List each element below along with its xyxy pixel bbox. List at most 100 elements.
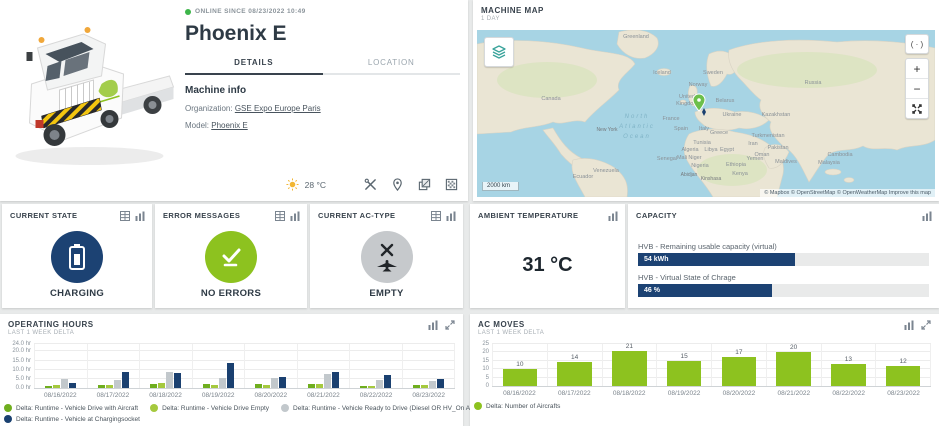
organization-link[interactable]: GSE Expo Europe Paris <box>235 104 321 113</box>
map-title: MACHINE MAP <box>481 6 931 15</box>
bar-chart-view-icon[interactable] <box>904 320 914 330</box>
weather-temperature: 28 °C <box>305 180 326 190</box>
chart-column <box>297 344 350 388</box>
bar <box>368 386 375 388</box>
bar-value-label: 20 <box>790 344 797 351</box>
page-title: Phoenix E <box>185 22 460 46</box>
sun-icon <box>286 178 299 191</box>
table-view-icon[interactable] <box>120 211 130 221</box>
tab-location[interactable]: LOCATION <box>323 58 461 75</box>
map-place-label: Belarus <box>716 98 735 104</box>
expand-icon[interactable] <box>921 320 931 330</box>
location-pin-icon[interactable] <box>391 178 404 191</box>
map-canvas[interactable]: GreenlandIcelandSwedenNorwayRussiaCanada… <box>477 30 935 197</box>
map-locate-button[interactable]: ( · ) <box>905 34 929 54</box>
bar <box>174 373 181 388</box>
y-axis-tick: 10 <box>482 366 489 372</box>
map-style-icon[interactable] <box>445 178 458 191</box>
organization-label: Organization: <box>185 104 233 113</box>
legend-item: Delta: Number of Aircrafts <box>474 402 560 410</box>
error-messages-card: ERROR MESSAGES NO ERRORS <box>155 204 307 308</box>
map-fullscreen-button[interactable] <box>906 99 928 118</box>
map-place-label: Italy <box>699 126 709 132</box>
battery-icon <box>65 243 89 271</box>
map-zoom-out-button[interactable]: − <box>906 79 928 99</box>
machine-map-panel: MACHINE MAP 1 DAY <box>473 0 939 201</box>
map-attribution[interactable]: © Mapbox © OpenStreetMap © OpenWeatherMa… <box>760 189 935 197</box>
map-place-label: Atlantic <box>618 124 655 130</box>
bar <box>324 374 331 388</box>
bar-value-label: 13 <box>845 356 852 363</box>
capacity-bar-value: 54 kWh <box>638 256 669 263</box>
bar <box>211 385 218 388</box>
map-place-label: Tunisia <box>693 140 711 146</box>
x-axis-label: 08/21/2022 <box>297 392 350 399</box>
chart-column <box>139 344 192 388</box>
map-place-label: Greenland <box>623 34 649 40</box>
legend-item: Delta: Runtime - Vehicle at Chargingsock… <box>4 415 140 423</box>
model-link[interactable]: Phoenix E <box>211 121 247 130</box>
operating-hours-chart: 0.0 hr5.0 hr10.0 hr15.0 hr20.0 hr24.0 hr… <box>4 344 455 423</box>
bar <box>166 372 173 389</box>
bar <box>53 385 60 388</box>
bar-value-label: 15 <box>681 353 688 360</box>
map-place-label: Kenya <box>732 171 749 177</box>
error-messages-value: NO ERRORS <box>201 288 261 299</box>
map-layers-button[interactable] <box>484 37 514 67</box>
map-place-label: Egypt <box>720 147 735 153</box>
bar <box>413 385 420 388</box>
bar <box>308 384 315 388</box>
map-place-label: Ethiopia <box>726 162 747 168</box>
chart-column: 12 <box>875 344 931 386</box>
legend-label: Delta: Runtime - Vehicle Drive with Airc… <box>16 405 138 412</box>
layers-icon[interactable] <box>418 178 431 191</box>
bar <box>279 377 286 388</box>
y-axis-tick: 15 <box>482 358 489 364</box>
y-axis-tick: 0 <box>486 383 489 389</box>
operating-hours-card: OPERATING HOURS LAST 1 WEEK DELTA 0.0 hr… <box>0 314 463 426</box>
bar-value-label: 14 <box>571 354 578 361</box>
chart-column <box>192 344 245 388</box>
bar-chart-view-icon[interactable] <box>135 211 145 221</box>
map-place-label: Iran <box>748 141 757 147</box>
model-label: Model: <box>185 121 209 130</box>
bar-value-label: 21 <box>626 343 633 350</box>
bar <box>263 385 270 388</box>
ac-moves-card: AC MOVES LAST 1 WEEK DELTA 0510152025101… <box>470 314 939 426</box>
ac-moves-title: AC MOVES <box>478 320 544 329</box>
capacity-bar-track: 46 % <box>638 284 929 297</box>
map-zoom-in-button[interactable]: + <box>906 59 928 79</box>
bar-value-label: 10 <box>516 361 523 368</box>
legend-item: Delta: Runtime - Vehicle Drive with Airc… <box>4 404 138 412</box>
bar-chart-view-icon[interactable] <box>428 320 438 330</box>
bar-chart-view-icon[interactable] <box>446 211 456 221</box>
fullscreen-icon <box>912 104 922 114</box>
bar-chart-view-icon[interactable] <box>922 211 932 221</box>
online-status-text: ONLINE SINCE 08/23/2022 10:49 <box>195 8 306 15</box>
bar-chart-view-icon[interactable] <box>608 211 618 221</box>
bar <box>255 384 262 388</box>
map-place-label: Senegal <box>657 156 677 162</box>
current-ac-type-title: CURRENT AC-TYPE <box>318 211 395 220</box>
bar <box>114 380 121 388</box>
bar <box>421 385 428 388</box>
tab-details[interactable]: DETAILS <box>185 58 323 75</box>
table-view-icon[interactable] <box>431 211 441 221</box>
tools-icon[interactable] <box>364 178 377 191</box>
expand-icon[interactable] <box>445 320 455 330</box>
x-axis-label: 08/20/2022 <box>712 390 767 397</box>
chart-column: 10 <box>492 344 547 386</box>
machine-details-panel: ONLINE SINCE 08/23/2022 10:49 Phoenix E … <box>0 0 468 201</box>
bar <box>69 383 76 388</box>
online-status-icon <box>185 9 191 15</box>
chart-column <box>87 344 140 388</box>
map-place-label: France <box>662 116 679 122</box>
bar <box>316 384 323 388</box>
map-subtitle: 1 DAY <box>481 16 931 22</box>
bar-chart-view-icon[interactable] <box>290 211 300 221</box>
table-view-icon[interactable] <box>275 211 285 221</box>
bar <box>219 378 226 388</box>
no-errors-circle <box>205 231 257 283</box>
y-axis-tick: 20 <box>482 349 489 355</box>
capacity-bar-fill: 54 kWh <box>638 253 795 266</box>
